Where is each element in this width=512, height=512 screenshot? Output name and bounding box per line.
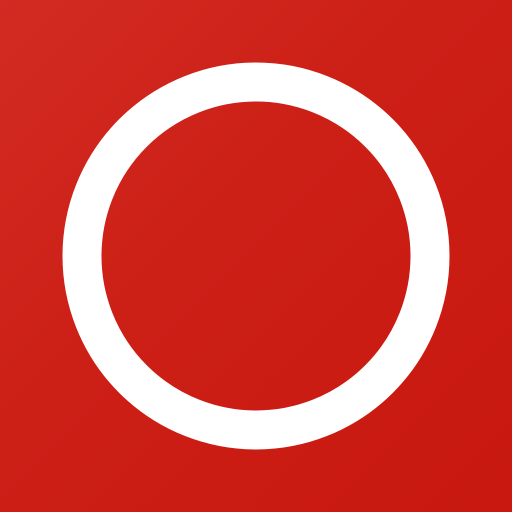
app-icon-tile[interactable]	[0, 0, 512, 512]
ring-shape	[62, 62, 450, 450]
circle-outline-icon	[62, 62, 450, 450]
